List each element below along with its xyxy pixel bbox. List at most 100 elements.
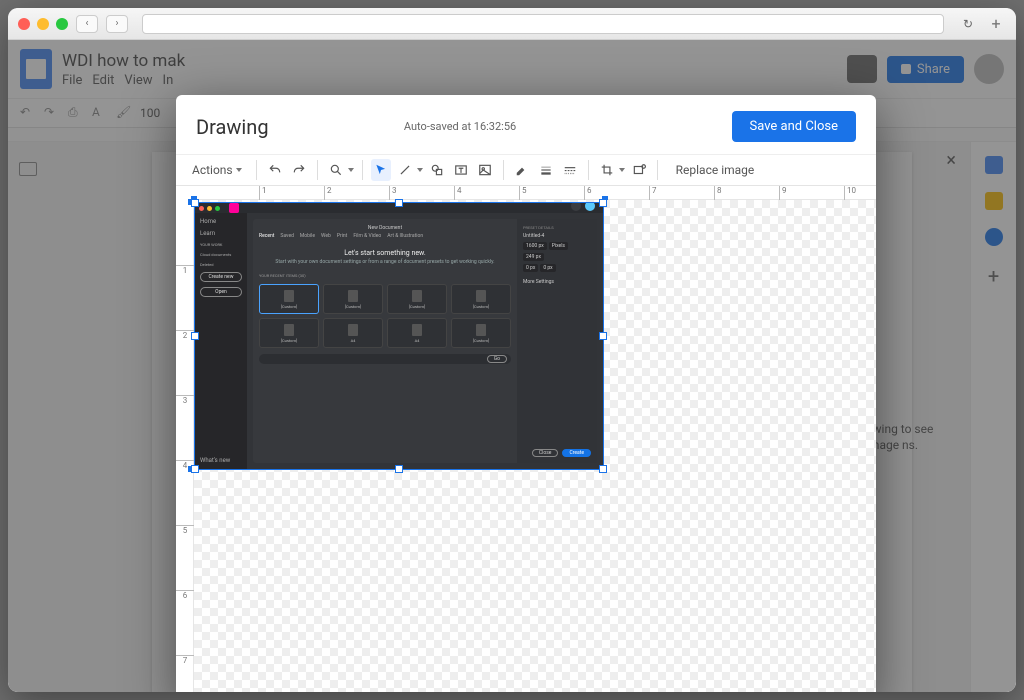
resize-handle-s[interactable]: [395, 465, 403, 473]
url-bar[interactable]: [142, 14, 944, 34]
dialog-title: Drawing: [196, 115, 269, 139]
ruler-tick: 7: [176, 655, 194, 665]
chevron-down-icon[interactable]: [417, 168, 423, 172]
inner-create-button: Create: [562, 449, 591, 457]
resize-handle-ne[interactable]: [599, 199, 607, 207]
inner-preset-card: [Custom]: [451, 284, 511, 314]
textbox-tool-icon[interactable]: [451, 159, 471, 181]
border-dash-icon[interactable]: [560, 159, 580, 181]
ruler-tick: 7: [649, 186, 657, 200]
drawing-canvas-area: 1 2 3 4 5 6 7 8 9 10 1 2 3 4: [176, 186, 876, 692]
select-tool-icon[interactable]: [371, 159, 391, 181]
minimize-window-icon[interactable]: [37, 18, 49, 30]
inner-bottom-bar: Go: [259, 354, 511, 364]
line-tool-icon[interactable]: [395, 159, 415, 181]
ruler-tick: 4: [454, 186, 462, 200]
nav-forward-button[interactable]: ›: [106, 15, 128, 33]
resize-handle-e[interactable]: [599, 332, 607, 340]
inner-bleed: 0 px: [540, 264, 555, 272]
new-tab-button[interactable]: +: [986, 14, 1006, 34]
docs-app: WDI how to mak File Edit View In Share ↶: [8, 40, 1016, 692]
inner-sidebar: Home Learn YOUR WORK Cloud documents Del…: [195, 213, 247, 469]
inner-modal-title: New Document: [259, 225, 511, 231]
inner-maximize-icon: [215, 206, 220, 211]
redo-icon[interactable]: [289, 159, 309, 181]
nav-back-button[interactable]: ‹: [76, 15, 98, 33]
border-color-icon[interactable]: [512, 159, 532, 181]
save-and-close-button[interactable]: Save and Close: [732, 111, 856, 142]
separator: [503, 160, 504, 180]
ruler-tick: 3: [389, 186, 397, 200]
shape-tool-icon[interactable]: [427, 159, 447, 181]
inner-units: Pixels: [549, 242, 568, 250]
dialog-header: Drawing Auto-saved at 16:32:56 Save and …: [176, 95, 876, 154]
vertical-ruler: 1 2 3 4 5 6 7: [176, 200, 194, 692]
inner-preset-grid: [Custom] [Custom] [Custom] [Custom] [Cus…: [259, 284, 511, 348]
resize-handle-sw[interactable]: [191, 465, 199, 473]
actions-label: Actions: [192, 163, 233, 177]
zoom-icon[interactable]: [326, 159, 346, 181]
actions-menu[interactable]: Actions: [186, 160, 248, 180]
undo-icon[interactable]: [265, 159, 285, 181]
selected-image[interactable]: Home Learn YOUR WORK Cloud documents Del…: [194, 202, 604, 470]
browser-titlebar: ‹ › ↻ +: [8, 8, 1016, 40]
close-window-icon[interactable]: [18, 18, 30, 30]
ruler-tick: 5: [176, 525, 194, 535]
chevron-down-icon[interactable]: [348, 168, 354, 172]
border-weight-icon[interactable]: [536, 159, 556, 181]
ruler-tick: 1: [259, 186, 267, 200]
image-tool-icon[interactable]: [475, 159, 495, 181]
ruler-tick: 10: [844, 186, 856, 200]
resize-handle-nw[interactable]: [191, 199, 199, 207]
inner-recent-label: YOUR RECENT ITEMS (30): [259, 273, 511, 278]
inner-bleed: 0 px: [523, 264, 538, 272]
inner-tab: Print: [337, 233, 347, 239]
inner-preset-card: [Custom]: [387, 284, 447, 314]
inner-preset-card: [Custom]: [323, 284, 383, 314]
inner-create-new-button: Create new: [200, 272, 242, 282]
inner-hero-sub: Start with your own document settings or…: [259, 259, 511, 265]
inner-tab: Mobile: [300, 233, 315, 239]
reload-icon[interactable]: ↻: [958, 17, 978, 31]
replace-image-label: Replace image: [676, 163, 755, 177]
ruler-tick: 2: [324, 186, 332, 200]
chevron-down-icon: [236, 168, 242, 172]
inner-height-value: 249 px: [523, 253, 544, 261]
drawing-canvas[interactable]: Home Learn YOUR WORK Cloud documents Del…: [194, 200, 876, 692]
resize-handle-n[interactable]: [395, 199, 403, 207]
inner-panel-heading: PRESET DETAILS: [523, 225, 591, 230]
inner-preset-card: A4: [387, 318, 447, 348]
resize-handle-se[interactable]: [599, 465, 607, 473]
ruler-tick: 3: [176, 395, 194, 405]
inner-nav-yourwork: YOUR WORK: [200, 242, 242, 247]
inner-preset-card: A4: [323, 318, 383, 348]
inner-whats-new: What's new: [200, 457, 242, 464]
drawing-dialog: Drawing Auto-saved at 16:32:56 Save and …: [176, 95, 876, 692]
ruler-tick: 6: [584, 186, 592, 200]
replace-image-menu[interactable]: Replace image: [676, 163, 755, 177]
inner-preset-panel: PRESET DETAILS Untitled-4 1600 pxPixels …: [517, 219, 597, 463]
separator: [256, 160, 257, 180]
inner-nav-deleted: Deleted: [200, 262, 242, 267]
inner-preset-card: [Custom]: [259, 318, 319, 348]
horizontal-ruler: 1 2 3 4 5 6 7 8 9 10: [194, 186, 876, 200]
inner-tab: Film & Video: [353, 233, 381, 239]
inner-preset-card: [Custom]: [259, 284, 319, 314]
crop-tool-icon[interactable]: [597, 159, 617, 181]
reset-image-icon[interactable]: [629, 159, 649, 181]
separator: [657, 160, 658, 180]
resize-handle-w[interactable]: [191, 332, 199, 340]
separator: [588, 160, 589, 180]
separator: [362, 160, 363, 180]
ruler-tick: 9: [779, 186, 787, 200]
ruler-tick: 8: [714, 186, 722, 200]
browser-window: ‹ › ↻ + WDI how to mak File Edit View In: [8, 8, 1016, 692]
inner-preset-card: [Custom]: [451, 318, 511, 348]
inner-tabs: Recent Saved Mobile Web Print Film & Vid…: [259, 233, 511, 239]
chevron-down-icon[interactable]: [619, 168, 625, 172]
maximize-window-icon[interactable]: [56, 18, 68, 30]
inner-nav-cloud: Cloud documents: [200, 252, 242, 257]
autosave-status: Auto-saved at 16:32:56: [404, 120, 516, 133]
inner-tab: Web: [321, 233, 331, 239]
traffic-lights: [18, 18, 68, 30]
